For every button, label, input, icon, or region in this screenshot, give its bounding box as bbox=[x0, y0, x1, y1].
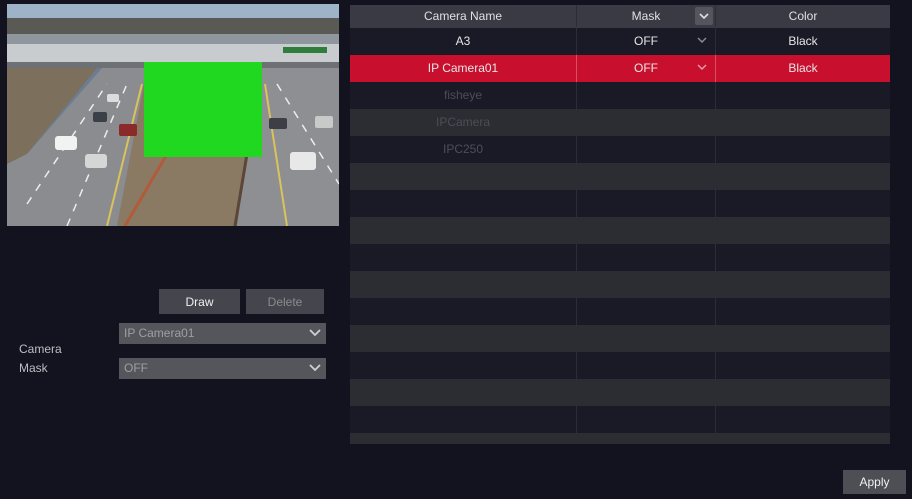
video-preview[interactable] bbox=[7, 4, 339, 226]
cell-color[interactable]: Black bbox=[715, 28, 890, 55]
chevron-down-icon bbox=[697, 64, 707, 70]
mask-label: Mask bbox=[19, 361, 48, 375]
cell-mask-value: OFF bbox=[634, 34, 658, 48]
column-header-camera-name: Camera Name bbox=[423, 9, 503, 23]
mask-select[interactable]: OFF bbox=[119, 358, 326, 379]
column-header-color: Color bbox=[715, 5, 890, 27]
camera-mask-table: Camera Name Mask Color A3 OFF Black IP C… bbox=[350, 5, 890, 444]
empty-row bbox=[350, 271, 890, 298]
empty-row bbox=[350, 352, 890, 379]
cell-camera-name: IPCamera bbox=[435, 115, 491, 129]
empty-row bbox=[350, 298, 890, 325]
cell-mask bbox=[576, 82, 715, 109]
empty-row bbox=[350, 244, 890, 271]
delete-button[interactable]: Delete bbox=[246, 289, 324, 314]
chevron-down-icon bbox=[309, 323, 321, 344]
table-row[interactable]: fisheye bbox=[350, 82, 890, 109]
mask-select-value: OFF bbox=[124, 361, 148, 375]
table-row[interactable]: IPCamera bbox=[350, 109, 890, 136]
table-row[interactable]: A3 OFF Black bbox=[350, 28, 890, 55]
camera-label: Camera bbox=[19, 342, 62, 356]
cell-color bbox=[715, 136, 890, 163]
cell-mask[interactable]: OFF bbox=[576, 55, 715, 82]
camera-select-value: IP Camera01 bbox=[124, 326, 195, 340]
column-header-mask-label: Mask bbox=[631, 9, 661, 23]
chevron-down-icon bbox=[699, 13, 709, 19]
table-row-selected[interactable]: IP Camera01 OFF Black bbox=[350, 55, 890, 82]
empty-row bbox=[350, 325, 890, 352]
apply-button[interactable]: Apply bbox=[843, 470, 906, 494]
privacy-mask-area[interactable] bbox=[144, 62, 262, 157]
cell-camera-name: IP Camera01 bbox=[427, 61, 499, 75]
chevron-down-icon bbox=[309, 358, 321, 379]
table-row[interactable]: IPC250 bbox=[350, 136, 890, 163]
cell-camera-name: fisheye bbox=[443, 88, 483, 102]
empty-row bbox=[350, 379, 890, 406]
cell-mask-value: OFF bbox=[634, 61, 658, 75]
cell-mask bbox=[576, 109, 715, 136]
empty-row bbox=[350, 433, 890, 444]
cell-color bbox=[715, 82, 890, 109]
mask-column-dropdown[interactable] bbox=[695, 7, 713, 25]
empty-row bbox=[350, 217, 890, 244]
chevron-down-icon bbox=[697, 37, 707, 43]
cell-color[interactable]: Black bbox=[715, 55, 890, 82]
empty-row bbox=[350, 163, 890, 190]
camera-select[interactable]: IP Camera01 bbox=[119, 323, 326, 344]
cell-color bbox=[715, 109, 890, 136]
cell-mask[interactable]: OFF bbox=[576, 28, 715, 55]
cell-mask bbox=[576, 136, 715, 163]
cell-camera-name: IPC250 bbox=[442, 142, 484, 156]
empty-row bbox=[350, 406, 890, 433]
cell-camera-name: A3 bbox=[455, 34, 471, 48]
empty-row bbox=[350, 190, 890, 217]
draw-button[interactable]: Draw bbox=[159, 289, 240, 314]
